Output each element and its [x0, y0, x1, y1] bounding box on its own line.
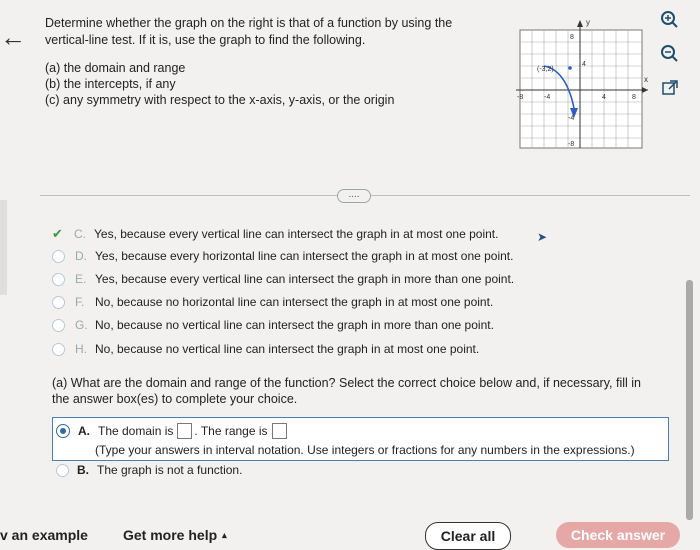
option-a-row[interactable]: A. The domain is . The range is	[56, 423, 287, 439]
choice-letter: F.	[75, 295, 85, 309]
tick-label: 4	[582, 61, 586, 68]
help-label: Get more help	[123, 527, 218, 543]
back-arrow-icon[interactable]: ←	[0, 22, 26, 53]
option-a-hint: (Type your answers in interval notation.…	[95, 443, 635, 457]
cursor-icon: ➤	[537, 230, 548, 244]
part-a-prompt: (a) What are the domain and range of the…	[52, 376, 641, 406]
question-item-c: (c) any symmetry with respect to the x-a…	[45, 93, 395, 107]
y-axis-label: y	[586, 18, 590, 27]
external-link-icon[interactable]	[658, 76, 682, 100]
range-input[interactable]	[271, 423, 287, 439]
radio-icon[interactable]	[56, 463, 69, 477]
function-graph: y x 8 4 (-3,2) -8 -4 4 8 -4 -8	[516, 18, 648, 149]
checkmark-icon: ✔	[52, 226, 63, 241]
radio-icon[interactable]	[52, 318, 65, 332]
domain-input[interactable]	[177, 423, 193, 439]
check-answer-button[interactable]: Check answer	[556, 522, 680, 548]
point-label: (-3,2)	[537, 66, 554, 73]
radio-icon[interactable]	[52, 295, 65, 309]
choice-text: Yes, because every horizontal line can i…	[95, 249, 514, 263]
tick-label: 8	[570, 34, 574, 41]
question-item-b: (b) the intercepts, if any	[45, 77, 176, 91]
view-example-link[interactable]: v an example	[0, 527, 88, 543]
tick-label: -8	[568, 141, 574, 148]
choice-e[interactable]: E. Yes, because every vertical line can …	[52, 272, 514, 286]
domain-label: The domain is	[98, 424, 174, 438]
choice-text: No, because no vertical line can interse…	[95, 342, 480, 356]
option-b-letter: B.	[77, 463, 89, 477]
choice-text: No, because no horizontal line can inter…	[95, 295, 494, 309]
choice-text: Yes, because every vertical line can int…	[94, 227, 499, 241]
point-marker	[568, 66, 572, 70]
get-more-help-button[interactable]: Get more help ▴	[123, 527, 227, 543]
choice-letter: E.	[75, 272, 87, 286]
question-block: Determine whether the graph on the right…	[45, 15, 475, 108]
x-axis-label: x	[644, 75, 648, 84]
choice-g[interactable]: G. No, because no vertical line can inte…	[52, 318, 494, 332]
question-intro: Determine whether the graph on the right…	[45, 16, 453, 47]
more-button[interactable]: ....	[337, 189, 371, 203]
choice-d[interactable]: D. Yes, because every horizontal line ca…	[52, 249, 513, 263]
question-item-a: (a) the domain and range	[45, 61, 186, 75]
radio-icon[interactable]	[52, 342, 65, 356]
option-a-letter: A.	[78, 424, 90, 438]
option-b-row[interactable]: B. The graph is not a function.	[56, 463, 242, 477]
choice-letter: G.	[75, 318, 88, 332]
radio-icon[interactable]	[52, 272, 65, 286]
clear-all-button[interactable]: Clear all	[425, 522, 511, 550]
left-scroll-track	[0, 200, 7, 295]
choice-text: Yes, because every vertical line can int…	[95, 272, 515, 286]
tick-label: -8	[517, 94, 523, 101]
radio-icon[interactable]	[52, 249, 65, 263]
graph-tools	[658, 8, 682, 110]
range-label: . The range is	[194, 424, 268, 438]
choice-letter: H.	[75, 342, 87, 356]
choice-c[interactable]: ✔ C. Yes, because every vertical line ca…	[52, 226, 498, 242]
choice-letter: C.	[74, 227, 86, 241]
tick-label: 4	[602, 94, 606, 101]
tick-label: -4	[568, 115, 574, 122]
tick-label: 8	[632, 94, 636, 101]
choice-letter: D.	[75, 249, 87, 263]
choice-h[interactable]: H. No, because no vertical line can inte…	[52, 342, 479, 356]
scrollbar[interactable]	[686, 280, 693, 520]
zoom-out-icon[interactable]	[658, 42, 682, 66]
choice-text: No, because no vertical line can interse…	[95, 318, 494, 332]
selected-radio-icon[interactable]	[56, 424, 70, 438]
caret-up-icon: ▴	[222, 530, 227, 540]
zoom-in-icon[interactable]	[658, 8, 682, 32]
tick-label: -4	[544, 94, 550, 101]
choice-f[interactable]: F. No, because no horizontal line can in…	[52, 295, 493, 309]
option-b-text: The graph is not a function.	[97, 463, 243, 477]
